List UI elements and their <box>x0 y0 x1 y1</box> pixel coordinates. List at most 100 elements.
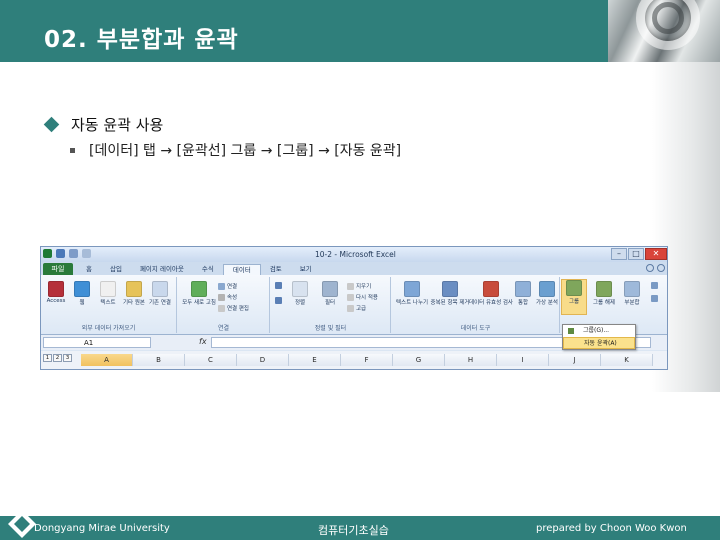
ungroup-icon <box>596 281 612 297</box>
column-header-e[interactable]: E <box>289 354 341 366</box>
ribbon-tabs: 파일 홈 삽입 페이지 레이아웃 수식 데이터 검토 보기 <box>41 262 667 275</box>
filter-button[interactable]: 필터 <box>317 281 343 306</box>
other-sources-icon <box>126 281 142 297</box>
bullet-level1-text: 자동 윤곽 사용 <box>71 116 164 134</box>
slide-header: 02. 부분합과 윤곽 <box>0 0 720 62</box>
edit-links-button[interactable]: 연결 편집 <box>218 304 249 312</box>
filter-icon <box>322 281 338 297</box>
column-header-i[interactable]: I <box>497 354 549 366</box>
web-icon <box>74 281 90 297</box>
subtotal-button[interactable]: 부분합 <box>619 281 645 306</box>
edit-links-icon <box>218 304 225 312</box>
properties-icon <box>218 293 225 301</box>
sort-ascending-button[interactable] <box>275 282 284 289</box>
hide-detail-button[interactable] <box>651 295 660 302</box>
connections-button[interactable]: 연결 <box>218 282 237 290</box>
refresh-icon <box>191 281 207 297</box>
excel-logo-icon <box>43 249 52 258</box>
ribbon-minimize-icon[interactable] <box>646 264 654 272</box>
slide-title: 02. 부분합과 윤곽 <box>44 27 239 53</box>
tab-page-layout[interactable]: 페이지 레이아웃 <box>131 264 193 275</box>
access-button[interactable]: Access <box>43 281 69 304</box>
clear-button[interactable]: 지우기 <box>347 282 371 290</box>
properties-button[interactable]: 속성 <box>218 293 237 301</box>
undo-icon[interactable] <box>69 249 78 258</box>
group-dropdown-menu: 그룹(G)... 자동 윤곽(A) <box>562 324 636 350</box>
text-file-icon <box>100 281 116 297</box>
maximize-button[interactable]: □ <box>628 248 644 260</box>
group-icon <box>566 280 582 296</box>
outline-level-3[interactable]: 3 <box>63 354 72 362</box>
sort-button[interactable]: 정렬 <box>287 281 313 306</box>
help-icon[interactable] <box>657 264 665 272</box>
ungroup-button[interactable]: 그룹 해제 <box>591 281 617 306</box>
bullet-level2-text: [데이터] 탭 → [윤곽선] 그룹 → [그룹] → [자동 윤곽] <box>89 143 402 159</box>
text-to-columns-icon <box>404 281 420 297</box>
reapply-button[interactable]: 다시 적용 <box>347 293 378 301</box>
what-if-analysis-button[interactable]: 가상 분석 <box>534 281 560 306</box>
subtotal-icon <box>624 281 640 297</box>
other-sources-button[interactable]: 기타 원본 <box>121 281 147 306</box>
clear-icon <box>347 282 354 290</box>
steel-ring-inner-icon <box>652 2 684 34</box>
group-button[interactable]: 그룹 <box>561 279 587 315</box>
refresh-all-button[interactable]: 모두 새로 고침 <box>182 281 216 306</box>
footer-university: Dongyang Mirae University <box>34 523 170 534</box>
column-header-h[interactable]: H <box>445 354 497 366</box>
file-tab[interactable]: 파일 <box>43 263 73 275</box>
close-button[interactable]: ✕ <box>645 248 667 260</box>
name-box[interactable]: A1 <box>43 337 151 348</box>
tab-insert[interactable]: 삽입 <box>101 264 131 275</box>
existing-connections-button[interactable]: 기존 연결 <box>147 281 173 306</box>
consolidate-icon <box>515 281 531 297</box>
sort-descending-button[interactable] <box>275 297 284 304</box>
diamond-bullet-icon <box>43 116 60 133</box>
column-header-c[interactable]: C <box>185 354 237 366</box>
advanced-button[interactable]: 고급 <box>347 304 366 312</box>
column-headers: 1 2 3 A B C D E F G H I J K <box>41 351 667 369</box>
minimize-button[interactable]: – <box>611 248 627 260</box>
column-header-k[interactable]: K <box>601 354 653 366</box>
tab-home[interactable]: 홈 <box>77 264 101 275</box>
menu-item-auto-outline[interactable]: 자동 윤곽(A) <box>563 337 635 349</box>
redo-icon[interactable] <box>82 249 91 258</box>
tab-review[interactable]: 검토 <box>261 264 291 275</box>
data-validation-icon <box>483 281 499 297</box>
menu-item-group[interactable]: 그룹(G)... <box>563 325 635 337</box>
reapply-icon <box>347 293 354 301</box>
tab-view[interactable]: 보기 <box>291 264 321 275</box>
window-controls: – □ ✕ <box>611 248 667 260</box>
text-to-columns-button[interactable]: 텍스트 나누기 <box>396 281 428 306</box>
function-icon[interactable]: fx <box>199 337 207 346</box>
column-header-d[interactable]: D <box>237 354 289 366</box>
sort-descending-icon <box>275 297 282 304</box>
column-header-f[interactable]: F <box>341 354 393 366</box>
consolidate-button[interactable]: 통합 <box>510 281 536 306</box>
column-header-j[interactable]: J <box>549 354 601 366</box>
text-button[interactable]: 텍스트 <box>95 281 121 306</box>
remove-duplicates-button[interactable]: 중복된 항목 제거 <box>431 281 469 306</box>
tab-data[interactable]: 데이터 <box>222 264 261 275</box>
outline-level-2[interactable]: 2 <box>53 354 62 362</box>
data-validation-button[interactable]: 데이터 유효성 검사 <box>469 281 513 306</box>
what-if-analysis-icon <box>539 281 555 297</box>
tab-formulas[interactable]: 수식 <box>193 264 223 275</box>
column-header-a[interactable]: A <box>81 354 133 366</box>
remove-duplicates-icon <box>442 281 458 297</box>
show-detail-button[interactable] <box>651 282 660 289</box>
show-detail-icon <box>651 282 658 289</box>
web-button[interactable]: 웹 <box>69 281 95 306</box>
column-header-b[interactable]: B <box>133 354 185 366</box>
column-header-g[interactable]: G <box>393 354 445 366</box>
square-bullet-icon <box>70 147 75 153</box>
hide-detail-icon <box>651 295 658 302</box>
bullet-level2: [데이터] 탭 → [윤곽선] 그룹 → [그룹] → [자동 윤곽] <box>70 140 401 160</box>
slide-footer: Dongyang Mirae University 컴퓨터기초실습 prepar… <box>0 516 720 540</box>
outline-level-1[interactable]: 1 <box>43 354 52 362</box>
save-icon[interactable] <box>56 249 65 258</box>
bullet-level1: 자동 윤곽 사용 <box>43 114 164 135</box>
footer-author: prepared by Choon Woo Kwon <box>536 523 687 534</box>
existing-connections-icon <box>152 281 168 297</box>
diamond-logo-icon <box>8 510 36 538</box>
excel-screenshot: 10-2 - Microsoft Excel – □ ✕ 파일 홈 삽입 페이지… <box>40 246 668 370</box>
